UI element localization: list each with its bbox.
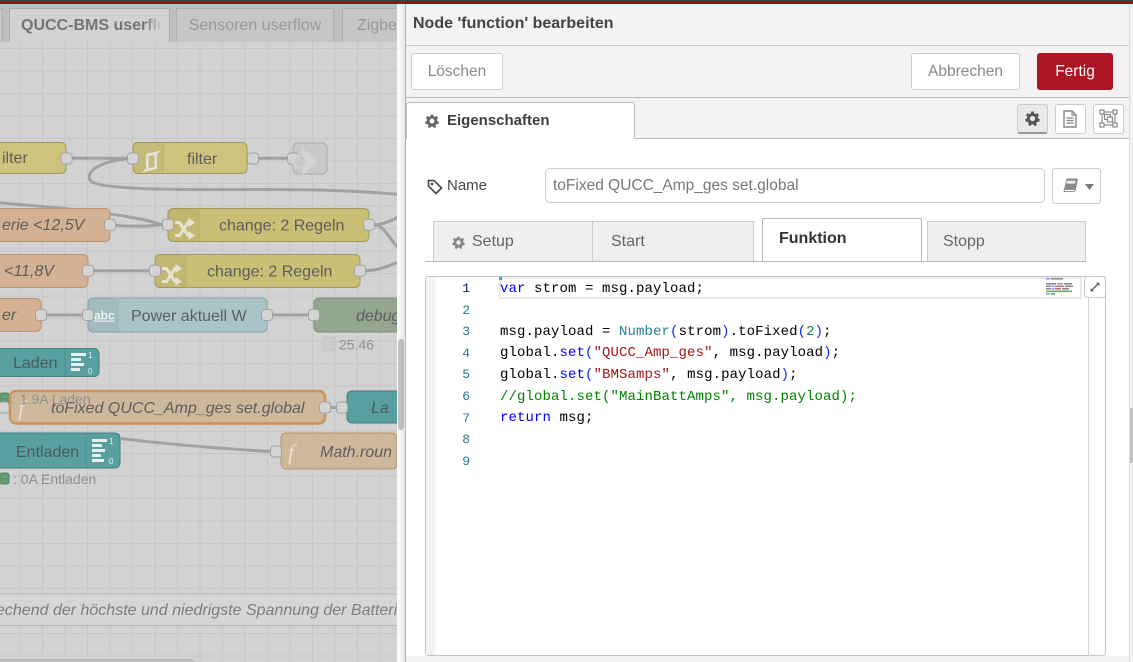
svg-text:Math.roun: Math.roun <box>320 444 392 461</box>
svg-text:1: 1 <box>88 351 93 360</box>
svg-text:1: 1 <box>109 437 114 446</box>
svg-text:filter: filter <box>187 151 218 168</box>
svg-text:echend der höchste und niedrig: echend der höchste und niedrigste Spannu… <box>0 602 397 619</box>
svg-text:debug: debug <box>356 308 397 325</box>
svg-text:0: 0 <box>88 367 93 376</box>
svg-text:La: La <box>371 400 389 417</box>
svg-text:abc: abc <box>94 309 115 323</box>
svg-text:: 0A Entladen: : 0A Entladen <box>13 471 96 487</box>
svg-text:Power aktuell W: Power aktuell W <box>131 308 247 325</box>
svg-text:change: 2 Regeln: change: 2 Regeln <box>219 218 344 235</box>
svg-text:ilter: ilter <box>2 150 28 167</box>
svg-text:: 1.9A Laden: : 1.9A Laden <box>12 391 91 407</box>
svg-text:change: 2 Regeln: change: 2 Regeln <box>207 264 332 281</box>
svg-text:erie <12,5V: erie <12,5V <box>2 217 86 234</box>
svg-text:0: 0 <box>109 457 114 466</box>
svg-text:25.46: 25.46 <box>339 337 374 353</box>
svg-text:er: er <box>2 307 17 324</box>
svg-text:<11,8V: <11,8V <box>4 263 55 280</box>
svg-text:Laden: Laden <box>13 355 58 372</box>
svg-text:Entladen: Entladen <box>16 444 79 461</box>
